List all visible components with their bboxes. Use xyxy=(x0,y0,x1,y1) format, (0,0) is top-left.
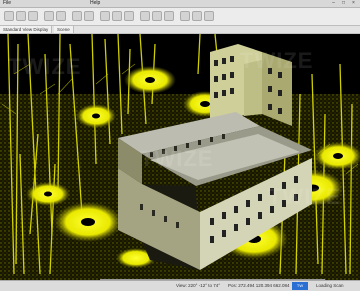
point-size-icon[interactable] xyxy=(204,11,214,21)
filter-icon[interactable] xyxy=(124,11,134,21)
redo-icon[interactable] xyxy=(56,11,66,21)
menu-file[interactable]: File xyxy=(3,0,11,7)
annotate-icon[interactable] xyxy=(152,11,162,21)
tab-standard-view[interactable]: Standard View Display xyxy=(0,26,53,33)
menu-bar: File Help – □ × xyxy=(0,0,360,8)
undo-icon[interactable] xyxy=(44,11,54,21)
import-icon[interactable] xyxy=(72,11,82,21)
measure-tool-icon[interactable] xyxy=(140,11,150,21)
layers-icon[interactable] xyxy=(112,11,122,21)
open-icon[interactable] xyxy=(16,11,26,21)
status-bar: View: 220° -12° to 74° Pos: 272.494 120.… xyxy=(0,280,360,291)
render-icon[interactable] xyxy=(180,11,190,21)
watermark: TWIZE xyxy=(268,184,342,209)
section-icon[interactable] xyxy=(164,11,174,21)
save-icon[interactable] xyxy=(28,11,38,21)
maximize-button[interactable]: □ xyxy=(340,1,347,6)
new-icon[interactable] xyxy=(4,11,14,21)
menu-help[interactable]: Help xyxy=(90,0,100,7)
export-icon[interactable] xyxy=(84,11,94,21)
color-icon[interactable] xyxy=(192,11,202,21)
watermark: TWIZE xyxy=(8,54,82,79)
watermark: TWIZE xyxy=(140,146,214,171)
view-icon[interactable] xyxy=(100,11,110,21)
watermark: TWIZE xyxy=(240,48,314,73)
close-button[interactable]: × xyxy=(350,1,357,6)
toolbar xyxy=(0,8,360,26)
point-cloud-viewport[interactable]: TWIZE TWIZE TWIZE TWIZE ◌ ↻ ✥ ⊕ ▭ ✂ ◉ ✈ … xyxy=(0,34,360,280)
view-tabs: Standard View Display Scene xyxy=(0,26,360,34)
app-logo: TW xyxy=(292,282,308,290)
minimize-button[interactable]: – xyxy=(330,1,337,6)
tab-scene[interactable]: Scene xyxy=(54,26,74,33)
